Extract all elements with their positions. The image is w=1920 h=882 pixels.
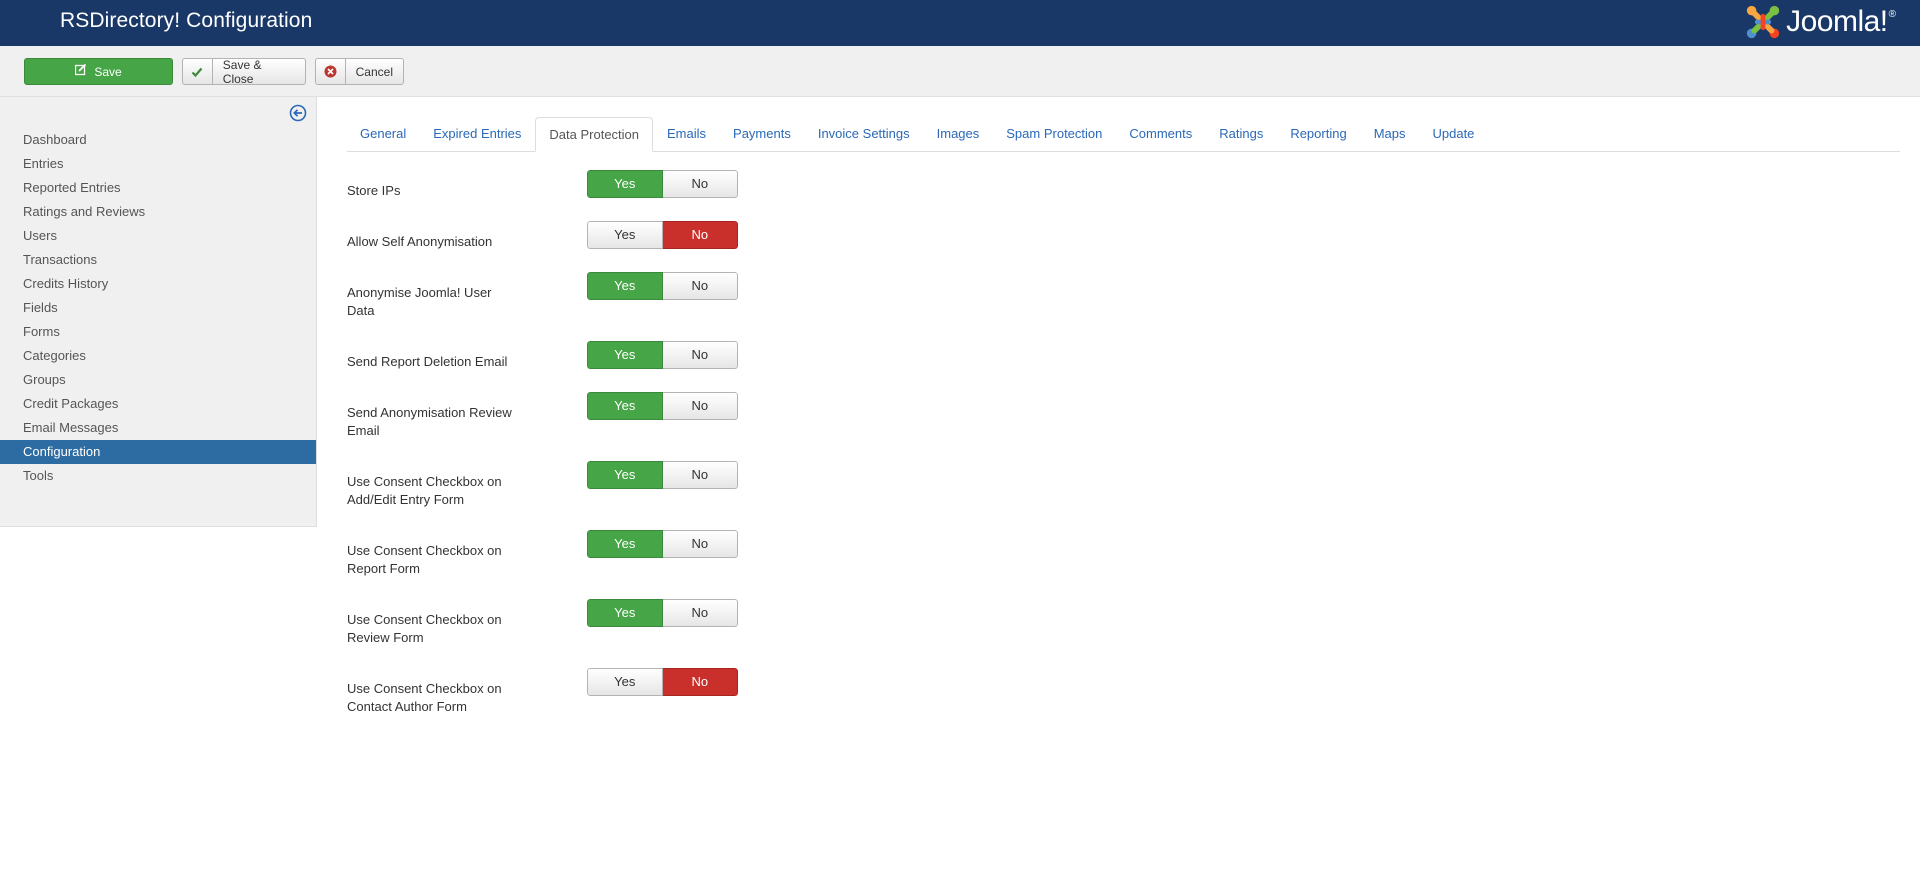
sidebar-item-tools[interactable]: Tools bbox=[0, 464, 316, 488]
yes-no-toggle: Yes No bbox=[587, 599, 738, 627]
setting-label: Use Consent Checkbox on Report Form bbox=[347, 543, 502, 576]
tab-ratings[interactable]: Ratings bbox=[1206, 117, 1276, 152]
sidebar-item-dashboard[interactable]: Dashboard bbox=[0, 128, 316, 152]
toggle-no-button[interactable]: No bbox=[662, 530, 738, 558]
yes-no-toggle: Yes No bbox=[587, 221, 738, 249]
cancel-icon bbox=[316, 59, 346, 84]
yes-no-toggle: Yes No bbox=[587, 461, 738, 489]
cancel-button-label: Cancel bbox=[355, 64, 393, 79]
yes-no-toggle: Yes No bbox=[587, 668, 738, 696]
yes-no-toggle: Yes No bbox=[587, 392, 738, 420]
toggle-no-button[interactable]: No bbox=[662, 461, 738, 489]
yes-no-toggle: Yes No bbox=[587, 170, 738, 198]
cancel-button[interactable]: Cancel bbox=[315, 58, 404, 85]
setting-label: Use Consent Checkbox on Contact Author F… bbox=[347, 681, 502, 714]
toggle-yes-button[interactable]: Yes bbox=[587, 530, 663, 558]
toggle-yes-button[interactable]: Yes bbox=[587, 221, 663, 249]
setting-label: Use Consent Checkbox on Review Form bbox=[347, 612, 502, 645]
tab-expired-entries[interactable]: Expired Entries bbox=[420, 117, 534, 152]
tab-images[interactable]: Images bbox=[924, 117, 993, 152]
sidebar-item-configuration[interactable]: Configuration bbox=[0, 440, 316, 464]
setting-label: Use Consent Checkbox on Add/Edit Entry F… bbox=[347, 474, 502, 507]
edit-icon bbox=[75, 63, 87, 79]
toggle-no-button[interactable]: No bbox=[662, 221, 738, 249]
yes-no-toggle: Yes No bbox=[587, 272, 738, 300]
joomla-logo-icon bbox=[1746, 5, 1780, 39]
joomla-logo[interactable]: Joomla! ® bbox=[1744, 2, 1896, 42]
registered-mark: ® bbox=[1888, 8, 1896, 20]
toggle-yes-button[interactable]: Yes bbox=[587, 461, 663, 489]
toggle-no-button[interactable]: No bbox=[662, 272, 738, 300]
toggle-yes-button[interactable]: Yes bbox=[587, 668, 663, 696]
tab-data-protection[interactable]: Data Protection bbox=[535, 117, 654, 152]
setting-label: Send Report Deletion Email bbox=[347, 354, 508, 369]
sidebar-item-transactions[interactable]: Transactions bbox=[0, 248, 316, 272]
toggle-no-button[interactable]: No bbox=[662, 341, 738, 369]
tab-update[interactable]: Update bbox=[1419, 117, 1487, 152]
setting-label: Anonymise Joomla! User Data bbox=[347, 285, 492, 318]
sidebar-item-credit-packages[interactable]: Credit Packages bbox=[0, 392, 316, 416]
sidebar-item-fields[interactable]: Fields bbox=[0, 296, 316, 320]
tab-general[interactable]: General bbox=[347, 117, 419, 152]
sidebar: Dashboard Entries Reported Entries Ratin… bbox=[0, 97, 317, 527]
joomla-logo-text: Joomla! bbox=[1786, 5, 1888, 38]
toggle-yes-button[interactable]: Yes bbox=[587, 392, 663, 420]
setting-label: Send Anonymisation Review Email bbox=[347, 405, 512, 438]
toggle-yes-button[interactable]: Yes bbox=[587, 272, 663, 300]
toggle-no-button[interactable]: No bbox=[662, 392, 738, 420]
sidebar-item-reported-entries[interactable]: Reported Entries bbox=[0, 176, 316, 200]
save-button[interactable]: Save bbox=[24, 58, 173, 85]
save-button-label: Save bbox=[94, 64, 122, 79]
header-bar: RSDirectory! Configuration Joomla! ® bbox=[0, 0, 1920, 46]
toggle-yes-button[interactable]: Yes bbox=[587, 599, 663, 627]
toggle-no-button[interactable]: No bbox=[662, 668, 738, 696]
sidebar-nav: Dashboard Entries Reported Entries Ratin… bbox=[0, 128, 316, 488]
config-tabs: General Expired Entries Data Protection … bbox=[347, 117, 1900, 152]
setting-label: Store IPs bbox=[347, 183, 401, 198]
sidebar-item-ratings-reviews[interactable]: Ratings and Reviews bbox=[0, 200, 316, 224]
toggle-no-button[interactable]: No bbox=[662, 170, 738, 198]
toggle-yes-button[interactable]: Yes bbox=[587, 170, 663, 198]
sidebar-item-email-messages[interactable]: Email Messages bbox=[0, 416, 316, 440]
sidebar-item-credits-history[interactable]: Credits History bbox=[0, 272, 316, 296]
sidebar-item-categories[interactable]: Categories bbox=[0, 344, 316, 368]
save-close-button-label: Save & Close bbox=[222, 57, 262, 86]
toolbar: Save Save & Close Cancel bbox=[0, 46, 1920, 97]
toggle-no-button[interactable]: No bbox=[662, 599, 738, 627]
collapse-sidebar-icon[interactable] bbox=[289, 104, 307, 122]
sidebar-item-forms[interactable]: Forms bbox=[0, 320, 316, 344]
yes-no-toggle: Yes No bbox=[587, 341, 738, 369]
setting-label: Allow Self Anonymisation bbox=[347, 234, 493, 249]
check-icon bbox=[183, 59, 213, 84]
tab-emails[interactable]: Emails bbox=[654, 117, 719, 152]
sidebar-item-groups[interactable]: Groups bbox=[0, 368, 316, 392]
tab-maps[interactable]: Maps bbox=[1361, 117, 1419, 152]
tab-spam-protection[interactable]: Spam Protection bbox=[993, 117, 1115, 152]
tab-reporting[interactable]: Reporting bbox=[1277, 117, 1359, 152]
yes-no-toggle: Yes No bbox=[587, 530, 738, 558]
page-title: RSDirectory! Configuration bbox=[60, 9, 313, 32]
save-close-button[interactable]: Save & Close bbox=[182, 57, 306, 86]
sidebar-item-users[interactable]: Users bbox=[0, 224, 316, 248]
tab-invoice-settings[interactable]: Invoice Settings bbox=[805, 117, 923, 152]
toggle-yes-button[interactable]: Yes bbox=[587, 341, 663, 369]
tab-comments[interactable]: Comments bbox=[1116, 117, 1205, 152]
sidebar-item-entries[interactable]: Entries bbox=[0, 152, 316, 176]
tab-payments[interactable]: Payments bbox=[720, 117, 804, 152]
